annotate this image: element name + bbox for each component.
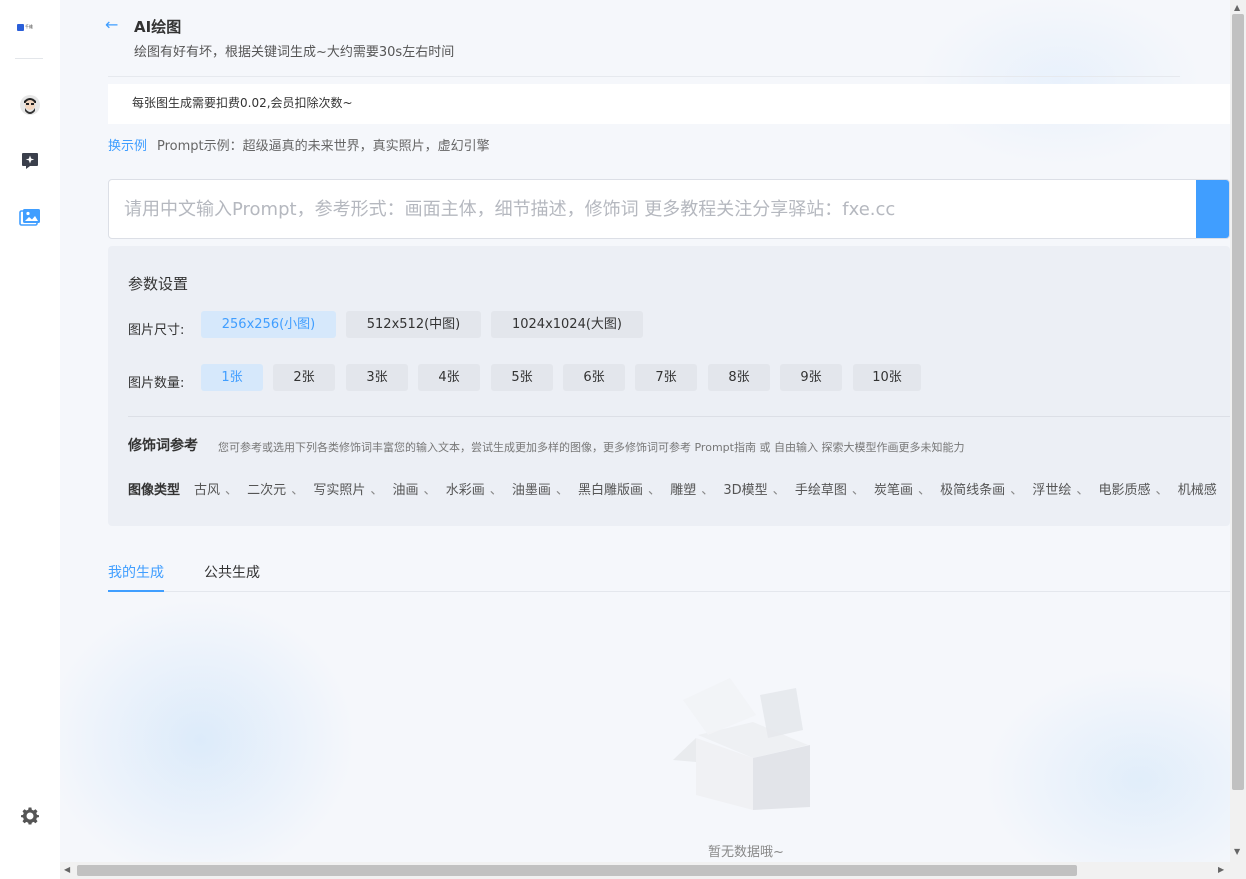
image-type-list: 古风、 二次元、 写实照片、 油画、 水彩画、 油墨画、 黑白雕版画、 雕塑、 … xyxy=(194,483,1217,498)
count-option-8[interactable]: 8张 xyxy=(708,364,770,391)
image-type-item[interactable]: 机械感 xyxy=(1178,483,1217,498)
count-option-3[interactable]: 3张 xyxy=(346,364,408,391)
image-count-label: 图片数量: xyxy=(128,376,185,391)
empty-box-illustration xyxy=(668,660,813,815)
empty-state-text: 暂无数据哦~ xyxy=(708,845,784,860)
modifier-title: 修饰词参考 xyxy=(128,438,198,454)
scroll-up-icon[interactable]: ▲ xyxy=(1234,3,1240,12)
image-type-item[interactable]: 油画 xyxy=(393,483,419,498)
image-type-item[interactable]: 手绘草图 xyxy=(795,483,847,498)
modifier-description: 您可参考或选用下列各类修饰词丰富您的输入文本，尝试生成更加多样的图像，更多修饰词… xyxy=(218,441,965,454)
main-content: ← AI绘图 绘图有好有坏，根据关键词生成~大约需要30s左右时间 每张图生成需… xyxy=(60,0,1230,862)
image-type-item[interactable]: 黑白雕版画 xyxy=(578,483,643,498)
count-option-9[interactable]: 9张 xyxy=(780,364,842,391)
generation-tabs: 我的生成 公共生成 xyxy=(108,562,1230,592)
vertical-scroll-thumb[interactable] xyxy=(1232,14,1244,790)
sparkle-chat-icon[interactable] xyxy=(19,150,41,172)
scroll-right-icon[interactable]: ▶ xyxy=(1218,865,1224,874)
image-type-item[interactable]: 3D模型 xyxy=(723,483,767,498)
image-type-item[interactable]: 极简线条画 xyxy=(940,483,1005,498)
params-divider xyxy=(128,416,1230,417)
scroll-down-icon[interactable]: ▼ xyxy=(1234,847,1240,856)
image-type-item[interactable]: 电影质感 xyxy=(1099,483,1151,498)
sidebar: 千维 xyxy=(0,0,61,879)
count-option-4[interactable]: 4张 xyxy=(418,364,480,391)
gear-icon[interactable] xyxy=(19,805,41,827)
count-option-6[interactable]: 6张 xyxy=(563,364,625,391)
vertical-scrollbar[interactable]: ▲ ▼ xyxy=(1230,0,1246,862)
image-type-item[interactable]: 写实照片 xyxy=(313,483,365,498)
image-type-item[interactable]: 浮世绘 xyxy=(1032,483,1071,498)
image-type-label: 图像类型 xyxy=(128,483,181,498)
image-type-item[interactable]: 二次元 xyxy=(247,483,286,498)
count-option-5[interactable]: 5张 xyxy=(491,364,553,391)
app-logo[interactable]: 千维 xyxy=(17,22,39,32)
size-option-512[interactable]: 512x512(中图) xyxy=(346,311,481,338)
count-option-2[interactable]: 2张 xyxy=(273,364,335,391)
size-option-1024[interactable]: 1024x1024(大图) xyxy=(491,311,643,338)
tab-my-generations[interactable]: 我的生成 xyxy=(108,562,164,592)
count-option-7[interactable]: 7张 xyxy=(635,364,697,391)
prompt-input[interactable] xyxy=(109,180,1197,238)
size-option-256[interactable]: 256x256(小图) xyxy=(201,311,336,338)
image-size-label: 图片尺寸: xyxy=(128,323,185,338)
params-panel: 参数设置 图片尺寸: 256x256(小图) 512x512(中图) 1024x… xyxy=(108,246,1230,526)
logo-text: 千维 xyxy=(25,24,33,29)
image-type-item[interactable]: 水彩画 xyxy=(446,483,485,498)
header-divider xyxy=(108,76,1180,77)
page-title: AI绘图 xyxy=(134,18,182,36)
page-subtitle: 绘图有好有坏，根据关键词生成~大约需要30s左右时间 xyxy=(134,45,455,60)
avatar-icon xyxy=(20,95,40,115)
horizontal-scrollbar[interactable]: ◀ ▶ xyxy=(60,862,1246,879)
prompt-example-row: 换示例 Prompt示例：超级逼真的未来世界，真实照片，虚幻引擎 xyxy=(108,135,490,154)
sidebar-divider xyxy=(15,58,43,59)
count-option-1[interactable]: 1张 xyxy=(201,364,263,391)
gallery-icon[interactable] xyxy=(19,207,41,229)
generate-button[interactable] xyxy=(1196,180,1229,238)
logo-mark-icon xyxy=(17,23,24,31)
user-avatar[interactable] xyxy=(19,94,41,116)
swap-example-link[interactable]: 换示例 xyxy=(108,135,147,154)
image-type-item[interactable]: 油墨画 xyxy=(512,483,551,498)
params-title: 参数设置 xyxy=(128,275,189,293)
fee-notice: 每张图生成需要扣费0.02,会员扣除次数~ xyxy=(108,84,1230,124)
image-type-item[interactable]: 雕塑 xyxy=(670,483,696,498)
prompt-box xyxy=(108,179,1230,239)
count-option-10[interactable]: 10张 xyxy=(853,364,921,391)
image-type-item[interactable]: 古风 xyxy=(194,483,220,498)
tab-public-generations[interactable]: 公共生成 xyxy=(204,562,260,590)
scroll-left-icon[interactable]: ◀ xyxy=(64,865,70,874)
prompt-example-text: Prompt示例：超级逼真的未来世界，真实照片，虚幻引擎 xyxy=(157,139,490,154)
image-type-item[interactable]: 炭笔画 xyxy=(874,483,913,498)
back-arrow-icon[interactable]: ← xyxy=(105,15,118,34)
horizontal-scroll-thumb[interactable] xyxy=(77,865,1077,876)
